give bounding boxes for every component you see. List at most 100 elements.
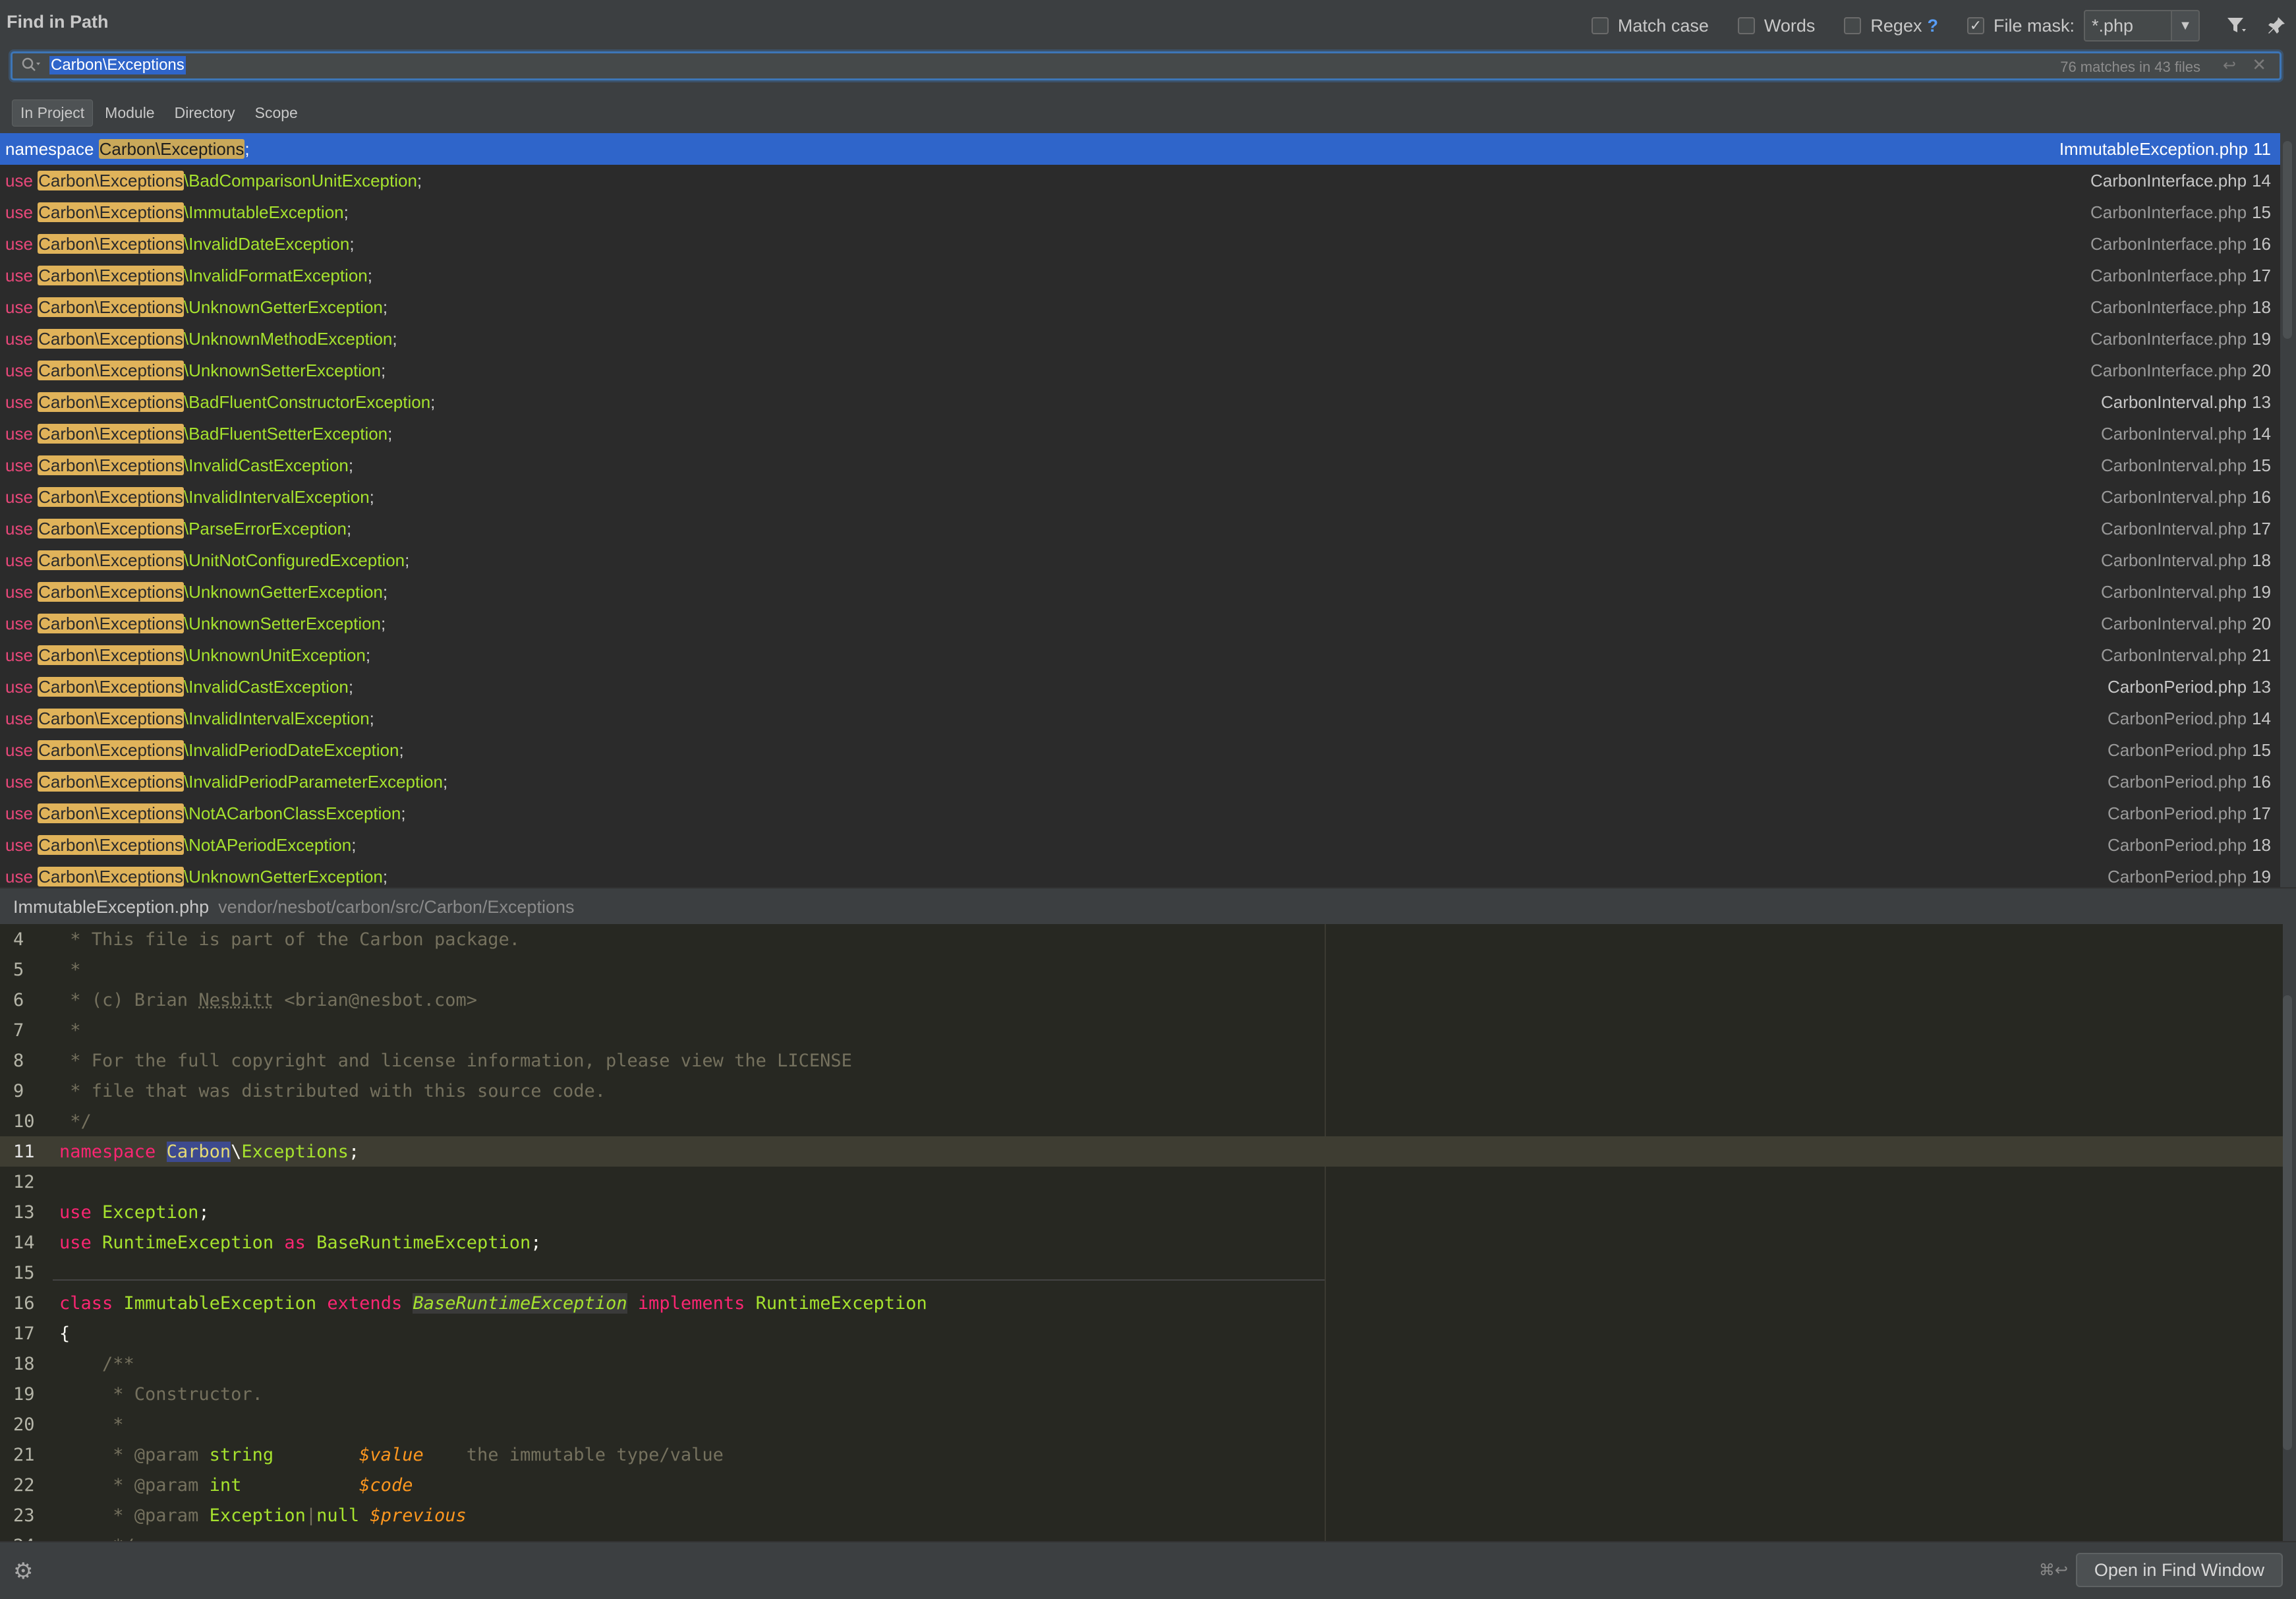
result-location: CarbonInterface.php 16 — [2090, 234, 2271, 254]
result-row[interactable]: use Carbon\Exceptions\InvalidCastExcepti… — [0, 671, 2280, 703]
result-row[interactable]: use Carbon\Exceptions\InvalidPeriodDateE… — [0, 734, 2280, 766]
words-option[interactable]: Words — [1738, 16, 1816, 36]
result-location: ImmutableException.php 11 — [2059, 139, 2271, 160]
result-location: CarbonInterval.php 18 — [2101, 550, 2271, 571]
find-in-path-header: Find in Path Match case Words Regex ? ✓ … — [0, 0, 2296, 51]
search-field[interactable]: Carbon\Exceptions 76 matches in 43 files… — [11, 51, 2282, 80]
result-line-number: 18 — [2252, 835, 2271, 855]
code-token: class — [59, 1293, 124, 1314]
result-row[interactable]: use Carbon\Exceptions\InvalidCastExcepti… — [0, 450, 2280, 481]
result-match-highlight: Carbon\Exceptions — [38, 171, 184, 190]
result-row[interactable]: use Carbon\Exceptions\UnknownGetterExcep… — [0, 291, 2280, 323]
match-case-checkbox[interactable] — [1592, 17, 1609, 34]
close-icon[interactable]: ✕ — [2252, 55, 2266, 75]
code-line: 23 * @param Exception|null $previous — [0, 1500, 2283, 1530]
code-line: 6 * (c) Brian Nesbitt <brian@nesbot.com> — [0, 985, 2283, 1015]
result-row[interactable]: use Carbon\Exceptions\BadFluentSetterExc… — [0, 418, 2280, 450]
result-code: use Carbon\Exceptions\UnknownSetterExcep… — [5, 614, 386, 634]
code-text: * — [59, 1414, 124, 1435]
code-token: Exception — [102, 1202, 198, 1223]
result-code: use Carbon\Exceptions\NotAPeriodExceptio… — [5, 835, 356, 856]
result-line-number: 18 — [2252, 297, 2271, 317]
code-token: RuntimeException — [756, 1293, 927, 1314]
result-code: use Carbon\Exceptions\InvalidPeriodDateE… — [5, 740, 404, 761]
results-scrollbar[interactable] — [2283, 141, 2292, 339]
line-number: 5 — [0, 960, 59, 980]
result-filename: CarbonPeriod.php — [2108, 709, 2247, 728]
result-terminator: ; — [347, 519, 351, 538]
result-match-highlight: Carbon\Exceptions — [38, 835, 184, 855]
file-mask-checkbox[interactable]: ✓ — [1967, 17, 1984, 34]
code-line: 10 */ — [0, 1106, 2283, 1136]
code-preview[interactable]: 4 * This file is part of the Carbon pack… — [0, 924, 2283, 1541]
line-number: 4 — [0, 929, 59, 950]
result-row[interactable]: namespace Carbon\Exceptions; ImmutableExc… — [0, 133, 2280, 165]
code-line: 4 * This file is part of the Carbon pack… — [0, 924, 2283, 954]
result-row[interactable]: use Carbon\Exceptions\InvalidPeriodParam… — [0, 766, 2280, 798]
result-row[interactable]: use Carbon\Exceptions\UnknownSetterExcep… — [0, 608, 2280, 639]
file-mask-option[interactable]: ✓ File mask: *.php ▼ — [1967, 10, 2200, 42]
result-row[interactable]: use Carbon\Exceptions\InvalidDateExcepti… — [0, 228, 2280, 260]
result-keyword: use — [5, 550, 33, 570]
result-match-highlight: Carbon\Exceptions — [38, 550, 184, 570]
result-row[interactable]: use Carbon\Exceptions\UnknownUnitExcepti… — [0, 639, 2280, 671]
code-token: * @param — [59, 1505, 210, 1526]
search-input[interactable]: Carbon\Exceptions — [49, 56, 186, 74]
result-filename: CarbonInterface.php — [2090, 234, 2247, 254]
result-row[interactable]: use Carbon\Exceptions\UnknownSetterExcep… — [0, 355, 2280, 386]
result-row[interactable]: use Carbon\Exceptions\UnknownMethodExcep… — [0, 323, 2280, 355]
result-class-name: \InvalidPeriodDateException — [184, 740, 399, 760]
newline-icon[interactable]: ↩ — [2223, 56, 2236, 75]
result-class-name: \UnknownSetterException — [184, 361, 381, 380]
result-row[interactable]: use Carbon\Exceptions\InvalidIntervalExc… — [0, 481, 2280, 513]
code-line: 20 * — [0, 1409, 2283, 1439]
result-row[interactable]: use Carbon\Exceptions\BadFluentConstruct… — [0, 386, 2280, 418]
result-code: use Carbon\Exceptions\InvalidIntervalExc… — [5, 709, 374, 729]
open-in-find-window-button[interactable]: Open in Find Window — [2076, 1553, 2283, 1587]
result-terminator: ; — [381, 614, 386, 633]
code-token: $value — [359, 1445, 424, 1465]
result-row[interactable]: use Carbon\Exceptions\ImmutableException… — [0, 196, 2280, 228]
tab-directory[interactable]: Directory — [167, 100, 243, 126]
search-icon[interactable] — [20, 56, 40, 78]
tab-in-project[interactable]: In Project — [12, 100, 93, 127]
result-location: CarbonInterface.php 15 — [2090, 202, 2271, 223]
results-list[interactable]: namespace Carbon\Exceptions; ImmutableExc… — [0, 133, 2280, 887]
result-row[interactable]: use Carbon\Exceptions\ParseErrorExceptio… — [0, 513, 2280, 544]
result-row[interactable]: use Carbon\Exceptions\NotAPeriodExceptio… — [0, 829, 2280, 861]
code-line: 22 * @param int $code — [0, 1470, 2283, 1500]
result-row[interactable]: use Carbon\Exceptions\BadComparisonUnitE… — [0, 165, 2280, 196]
result-code: use Carbon\Exceptions\UnknownGetterExcep… — [5, 582, 387, 602]
code-token: <brian@nesbot.com> — [273, 990, 477, 1010]
match-case-option[interactable]: Match case — [1592, 16, 1709, 36]
chevron-down-icon[interactable]: ▼ — [2172, 10, 2200, 42]
result-match-highlight: Carbon\Exceptions — [38, 455, 184, 475]
code-text: */ — [59, 1111, 92, 1132]
regex-option[interactable]: Regex ? — [1844, 16, 1938, 36]
line-number: 14 — [0, 1233, 59, 1253]
result-terminator: ; — [370, 487, 374, 507]
tab-module[interactable]: Module — [97, 100, 162, 126]
code-token: * For the full copyright and license inf… — [59, 1051, 852, 1071]
result-row[interactable]: use Carbon\Exceptions\UnknownGetterExcep… — [0, 576, 2280, 608]
result-line-number: 19 — [2252, 867, 2271, 887]
gear-icon[interactable]: ⚙ — [13, 1558, 33, 1584]
result-row[interactable]: use Carbon\Exceptions\NotACarbonClassExc… — [0, 798, 2280, 829]
filter-icon[interactable] — [2217, 6, 2256, 45]
code-token: * (c) Brian — [59, 990, 198, 1010]
editor-scrollbar[interactable] — [2283, 995, 2292, 1450]
regex-help-icon[interactable]: ? — [1927, 16, 1938, 36]
file-mask-input[interactable]: *.php — [2084, 10, 2172, 42]
pin-icon[interactable] — [2256, 6, 2296, 45]
result-filename: CarbonPeriod.php — [2108, 772, 2247, 792]
code-line: 11 namespace Carbon\Exceptions; — [0, 1136, 2283, 1167]
result-row[interactable]: use Carbon\Exceptions\UnitNotConfiguredE… — [0, 544, 2280, 576]
regex-checkbox[interactable] — [1844, 17, 1861, 34]
words-checkbox[interactable] — [1738, 17, 1755, 34]
result-keyword: use — [5, 835, 33, 855]
result-row[interactable]: use Carbon\Exceptions\UnknownGetterExcep… — [0, 861, 2280, 887]
result-row[interactable]: use Carbon\Exceptions\InvalidFormatExcep… — [0, 260, 2280, 291]
result-row[interactable]: use Carbon\Exceptions\InvalidIntervalExc… — [0, 703, 2280, 734]
result-keyword: use — [5, 361, 33, 380]
tab-scope[interactable]: Scope — [247, 100, 306, 126]
